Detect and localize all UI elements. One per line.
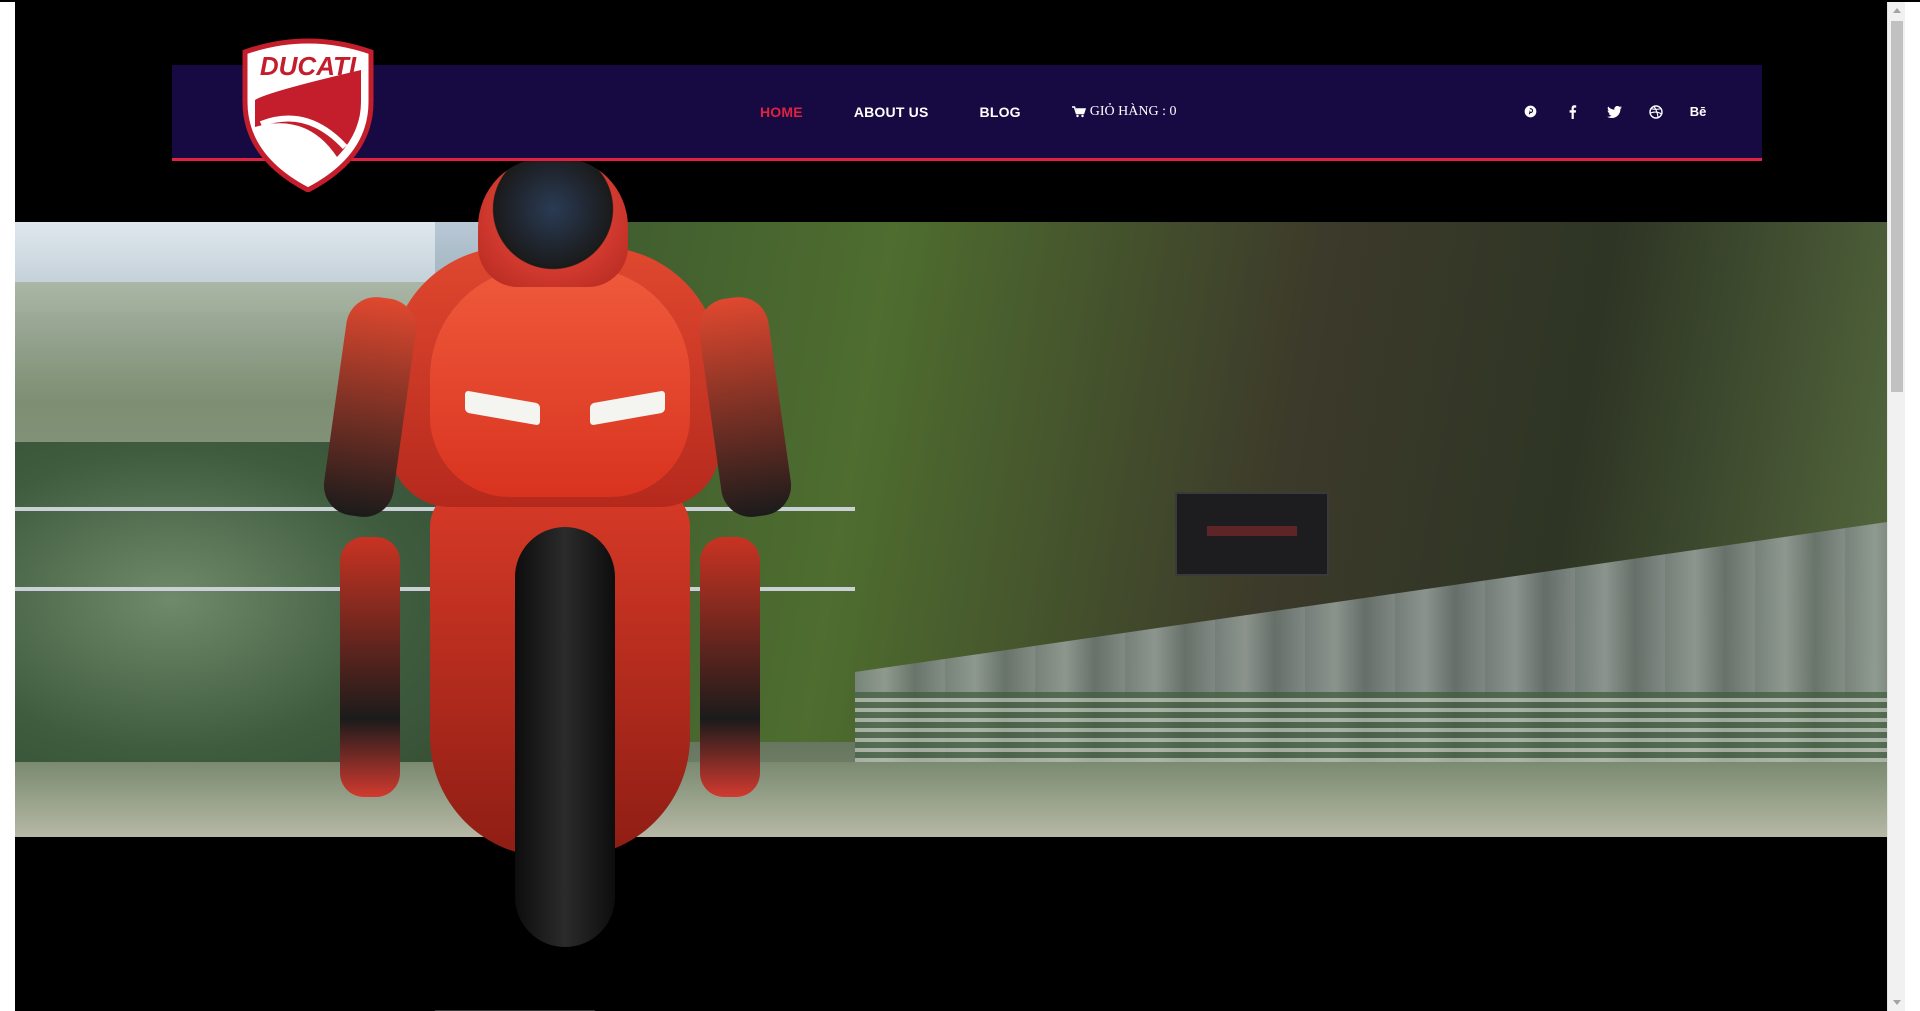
nav-menu: HOME ABOUT US BLOG GIỎ HÀNG : 0 (760, 65, 1177, 158)
nav-home-link[interactable]: HOME (760, 104, 803, 120)
vertical-scrollbar[interactable] (1887, 2, 1906, 1011)
behance-icon[interactable]: Bē (1690, 104, 1707, 120)
scrollbar-thumb[interactable] (1891, 21, 1903, 392)
logo-text: DUCATI (260, 51, 357, 81)
nav-blog-link[interactable]: BLOG (980, 104, 1021, 120)
nav-cart-link[interactable]: GIỎ HÀNG : 0 (1071, 103, 1177, 120)
pinterest-icon[interactable] (1522, 104, 1538, 120)
trackside-sign (1175, 492, 1329, 576)
scroll-down-arrow-icon[interactable] (1888, 994, 1906, 1011)
social-links: Bē (1522, 65, 1706, 158)
nav-about-link[interactable]: ABOUT US (854, 104, 929, 120)
cart-label: GIỎ HÀNG : 0 (1089, 103, 1177, 119)
twitter-icon[interactable] (1606, 104, 1622, 120)
right-gutter (1905, 2, 1920, 1011)
facebook-icon[interactable] (1564, 104, 1580, 120)
dribbble-icon[interactable] (1648, 104, 1664, 120)
ducati-logo[interactable]: DUCATI (237, 32, 379, 193)
page: HOME ABOUT US BLOG GIỎ HÀNG : 0 Bē DUCAT… (15, 2, 1887, 1011)
hero-image (15, 222, 1887, 837)
motorcycle-rider-image (320, 157, 795, 957)
cart-icon (1071, 105, 1086, 118)
left-gutter (0, 2, 15, 1011)
main-navbar: HOME ABOUT US BLOG GIỎ HÀNG : 0 Bē (172, 65, 1762, 161)
scroll-up-arrow-icon[interactable] (1888, 2, 1906, 19)
